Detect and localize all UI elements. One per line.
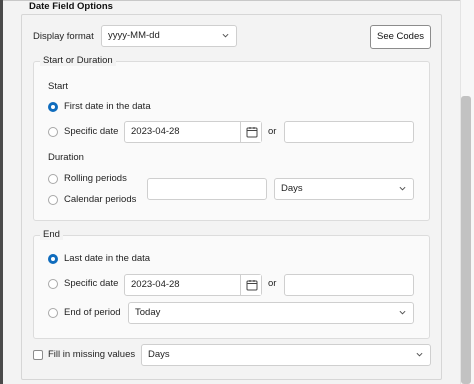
display-format-dropdown[interactable]: yyyy-MM-dd [101, 25, 237, 47]
start-or-duration-title: Start or Duration [40, 55, 116, 66]
end-specific-date-label: Specific date [64, 278, 119, 289]
end-title: End [40, 229, 63, 240]
fill-missing-unit-value: Days [148, 349, 170, 360]
end-of-period-radio[interactable] [48, 308, 58, 318]
start-specific-date-label: Specific date [64, 126, 119, 137]
end-specific-date-radio[interactable] [48, 279, 58, 289]
start-date-picker-button[interactable] [240, 122, 261, 142]
duration-heading: Duration [48, 152, 84, 163]
period-count-input[interactable] [147, 178, 267, 200]
chevron-down-icon [222, 33, 229, 38]
display-format-label: Display format [33, 31, 94, 42]
start-date-value: 2023-04-28 [131, 126, 180, 137]
end-of-period-value: Today [135, 307, 161, 318]
end-of-period-dropdown[interactable]: Today [128, 302, 414, 324]
see-codes-button[interactable]: See Codes [370, 25, 431, 49]
duration-unit-dropdown[interactable]: Days [274, 178, 414, 200]
fill-missing-checkbox[interactable] [33, 350, 43, 360]
rolling-periods-label: Rolling periods [64, 173, 127, 184]
end-date-picker-button[interactable] [240, 275, 261, 295]
chevron-down-icon [399, 310, 406, 315]
start-heading: Start [48, 81, 69, 92]
scrollbar-thumb[interactable] [461, 96, 471, 384]
calendar-periods-radio[interactable] [48, 195, 58, 205]
duration-unit-value: Days [281, 183, 303, 194]
fill-missing-unit-dropdown[interactable]: Days [141, 344, 431, 366]
display-format-value: yyyy-MM-dd [108, 30, 160, 41]
window-left-edge [0, 0, 3, 384]
end-or-label: or [268, 278, 277, 289]
fill-missing-label: Fill in missing values [48, 349, 136, 360]
calendar-periods-label: Calendar periods [64, 194, 137, 205]
chevron-down-icon [399, 186, 406, 191]
chevron-down-icon [416, 352, 423, 357]
last-date-label: Last date in the data [64, 253, 151, 264]
start-or-label: or [268, 126, 277, 137]
last-date-radio[interactable] [48, 254, 58, 264]
first-date-label: First date in the data [64, 101, 151, 112]
calendar-icon [246, 280, 258, 291]
rolling-periods-radio[interactable] [48, 174, 58, 184]
start-alt-input[interactable] [284, 121, 414, 143]
start-specific-date-radio[interactable] [48, 127, 58, 137]
calendar-icon [246, 127, 258, 138]
end-of-period-label: End of period [64, 307, 121, 318]
end-date-value: 2023-04-28 [131, 279, 180, 290]
first-date-radio[interactable] [48, 102, 58, 112]
end-alt-input[interactable] [284, 274, 414, 296]
panel-title: Date Field Options [26, 1, 116, 12]
